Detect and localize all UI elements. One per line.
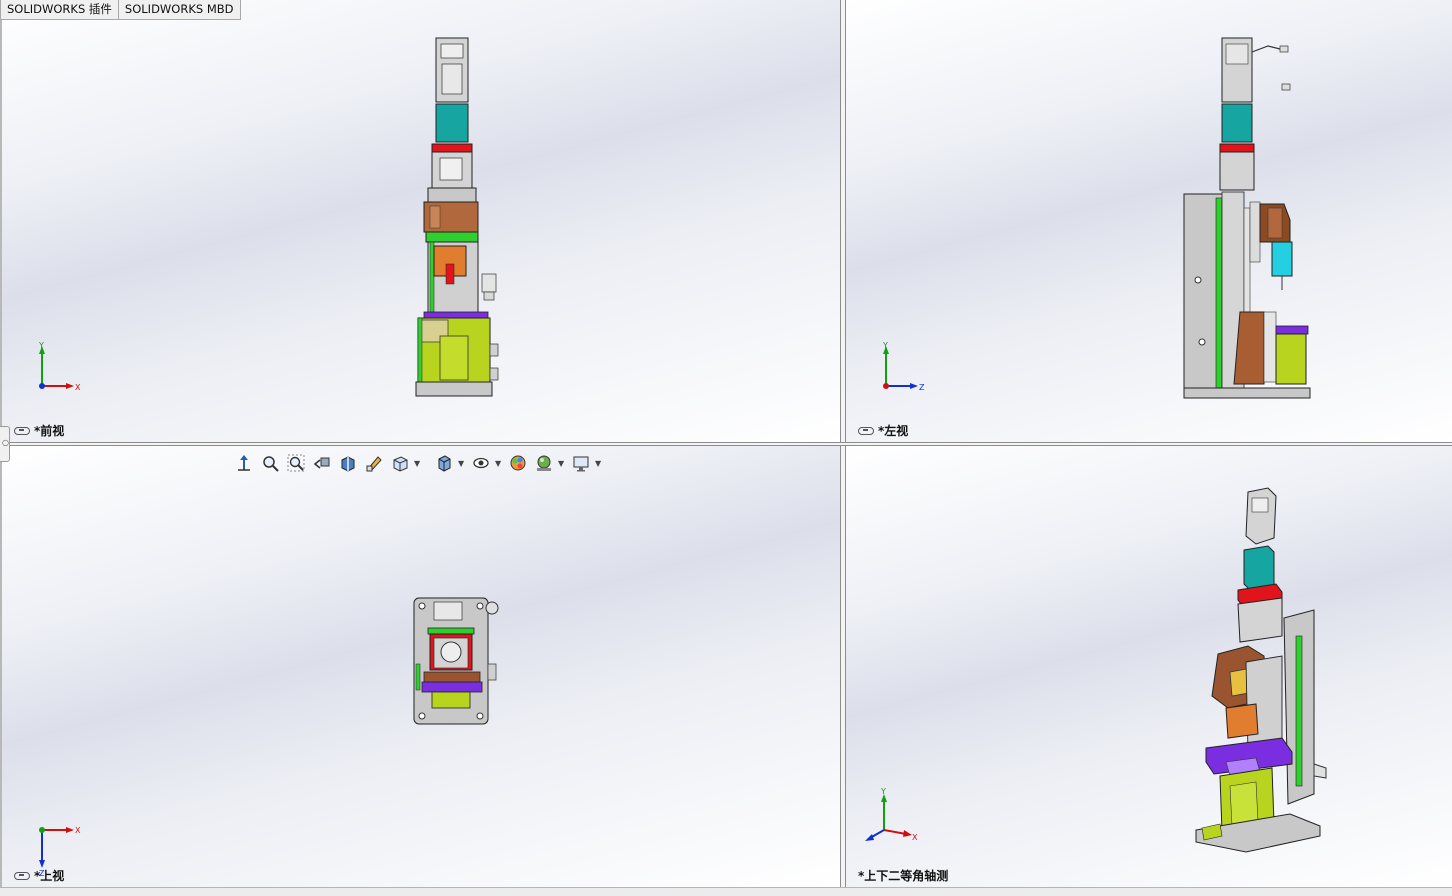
coordinate-triad: Y X	[38, 341, 81, 392]
viewport-left[interactable]: Y Z *左视	[846, 0, 1452, 442]
dynamic-annotation-icon[interactable]	[362, 452, 385, 474]
coordinate-triad: Y X	[865, 788, 918, 842]
view-label-top: *上视	[14, 867, 64, 884]
display-style-icon[interactable]	[432, 452, 455, 474]
view-label-isometric: *上下二等角轴测	[858, 869, 949, 883]
zoom-to-fit-icon[interactable]	[258, 452, 281, 474]
view-settings-icon[interactable]	[569, 452, 592, 474]
link-icon	[14, 871, 30, 880]
axis-x-label: X	[75, 826, 81, 835]
previous-view-icon[interactable]	[310, 452, 333, 474]
chevron-down-icon[interactable]: ▼	[414, 452, 422, 474]
view-label-left: *左视	[858, 422, 908, 439]
machine-model-isometric	[1195, 487, 1327, 853]
axis-x-label: X	[75, 383, 81, 392]
tab-solidworks-addins[interactable]: SOLIDWORKS 插件	[0, 0, 119, 20]
viewport-top[interactable]: ▼ ▼ ▼ ▼ ▼ X Z *上视	[2, 446, 840, 887]
coordinate-triad: Y Z	[882, 341, 925, 392]
hide-show-items-icon[interactable]	[469, 452, 492, 474]
tab-solidworks-mbd[interactable]: SOLIDWORKS MBD	[118, 0, 241, 20]
axis-x-label: X	[912, 833, 918, 842]
view-orientation-icon[interactable]	[232, 452, 255, 474]
view-label-front: *前视	[14, 422, 64, 439]
viewport-front[interactable]: Y X *前视	[2, 0, 840, 442]
section-view-icon[interactable]	[336, 452, 359, 474]
zoom-to-area-icon[interactable]	[284, 452, 307, 474]
axis-y-label: Y	[880, 788, 886, 796]
machine-model-top	[413, 597, 499, 725]
link-icon	[858, 426, 874, 435]
view-orientation-cube-icon[interactable]	[388, 452, 411, 474]
command-manager-tabs: SOLIDWORKS 插件 SOLIDWORKS MBD	[0, 0, 241, 20]
chevron-down-icon[interactable]: ▼	[595, 452, 603, 474]
grip-icon: ○	[2, 438, 9, 447]
edit-appearance-icon[interactable]	[506, 452, 529, 474]
axis-y-label: Y	[882, 341, 888, 350]
machine-model-front	[415, 37, 499, 397]
panel-collapse-handle[interactable]: ○	[0, 426, 10, 462]
chevron-down-icon[interactable]: ▼	[458, 452, 466, 474]
chevron-down-icon[interactable]: ▼	[495, 452, 503, 474]
viewport-isometric[interactable]: Y X *上下二等角轴测	[846, 446, 1452, 887]
viewport-splitter-horizontal[interactable]	[0, 442, 1452, 446]
axis-y-label: Y	[38, 341, 44, 350]
apply-scene-icon[interactable]	[532, 452, 555, 474]
link-icon	[14, 426, 30, 435]
machine-model-left	[1183, 37, 1311, 399]
status-bar	[0, 887, 1452, 896]
chevron-down-icon[interactable]: ▼	[558, 452, 566, 474]
axis-z-label: Z	[919, 383, 925, 392]
heads-up-view-toolbar: ▼ ▼ ▼ ▼ ▼	[232, 452, 603, 474]
